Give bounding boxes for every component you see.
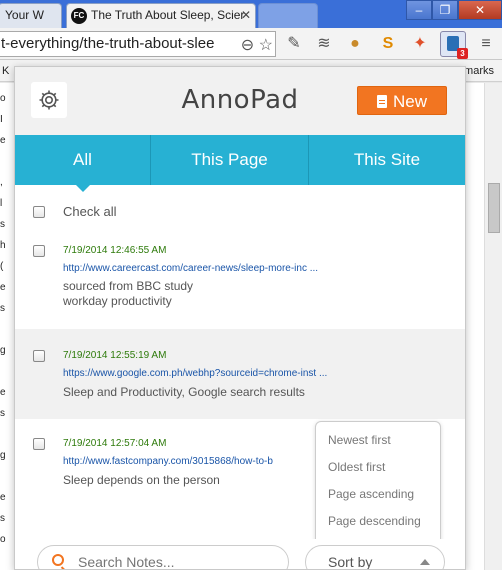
sort-by-button[interactable]: Sort by <box>305 545 445 570</box>
popup-header: AnnoPad New <box>15 67 465 135</box>
new-tab-button[interactable] <box>258 3 318 28</box>
tab-this-site[interactable]: This Site <box>308 135 465 185</box>
sort-option-page-asc[interactable]: Page ascending <box>316 484 440 511</box>
note-url-link[interactable]: http://www.careercast.com/career-news/sl… <box>63 263 318 274</box>
page-edge-fragment: s <box>0 513 5 524</box>
page-content-edge: o Ie, l s h(e s g e s g e s o <box>0 83 14 570</box>
note-url-link[interactable]: http://www.fastcompany.com/3015868/how-t… <box>63 456 273 467</box>
browser-tab-2[interactable]: FC The Truth About Sleep, Scier ✕ <box>66 3 256 28</box>
close-window-button[interactable]: ✕ <box>458 0 502 20</box>
scrollbar-thumb[interactable] <box>488 183 500 233</box>
popup-footer: Sort by <box>15 539 465 570</box>
search-icon <box>52 554 64 566</box>
browser-tab-title: Your W <box>5 8 44 22</box>
search-box[interactable] <box>37 545 289 569</box>
window-controls: – ❐ ✕ <box>406 0 502 20</box>
sort-option-page-desc[interactable]: Page descending <box>316 511 440 538</box>
chrome-menu-icon[interactable]: ≡ <box>476 34 496 54</box>
page-edge-fragment: I <box>0 114 3 125</box>
page-edge-fragment: o <box>0 93 6 104</box>
check-all-checkbox[interactable] <box>33 206 45 218</box>
restore-button[interactable]: ❐ <box>432 0 458 20</box>
minimize-button[interactable]: – <box>406 0 432 20</box>
browser-tab-title: The Truth About Sleep, Scier <box>91 8 245 22</box>
close-tab-icon[interactable]: ✕ <box>241 4 251 26</box>
fastcompany-favicon-icon: FC <box>71 8 87 24</box>
tab-all[interactable]: All <box>15 135 150 192</box>
page-edge-fragment: s <box>0 219 5 230</box>
note-text: sourced from BBC study workday productiv… <box>63 279 194 308</box>
page-edge-fragment: e <box>0 282 6 293</box>
page-edge-fragment: ( <box>0 261 4 272</box>
sort-by-label: Sort by <box>328 554 373 570</box>
note-timestamp: 7/19/2014 12:57:04 AM <box>63 438 167 449</box>
tab-this-page[interactable]: This Page <box>150 135 308 185</box>
note-item[interactable]: 7/19/2014 12:46:55 AM http://www.careerc… <box>15 237 465 329</box>
bookmark-star-icon[interactable]: ☆ <box>259 37 273 54</box>
eyedropper-extension-icon[interactable]: ✎ <box>284 34 304 54</box>
omnibox-icons: ⊖ ☆ <box>241 34 273 56</box>
page-edge-fragment: g <box>0 345 6 356</box>
sort-option-oldest[interactable]: Oldest first <box>316 457 440 484</box>
note-count-badge: 3 <box>457 48 468 59</box>
sort-option-newest[interactable]: Newest first <box>316 430 440 457</box>
note-checkbox[interactable] <box>33 438 45 450</box>
search-input[interactable] <box>78 552 278 569</box>
zoom-icon[interactable]: ⊖ <box>241 37 254 54</box>
note-timestamp: 7/19/2014 12:46:55 AM <box>63 245 167 256</box>
caret-up-icon <box>420 559 430 565</box>
check-all-label: Check all <box>63 204 117 219</box>
note-checkbox[interactable] <box>33 350 45 362</box>
document-icon <box>376 95 387 108</box>
note-checkbox[interactable] <box>33 245 45 257</box>
page-edge-fragment: l <box>0 198 3 209</box>
note-item[interactable]: 7/19/2014 12:55:19 AM https://www.google… <box>15 329 465 419</box>
address-bar[interactable]: t-everything/the-truth-about-slee ⊖ ☆ <box>0 31 276 57</box>
page-edge-fragment: e <box>0 387 6 398</box>
page-edge-fragment: , <box>0 177 3 188</box>
page-scrollbar[interactable] <box>484 83 502 570</box>
s-extension-icon[interactable]: S <box>378 34 398 54</box>
page-edge-fragment: e <box>0 492 6 503</box>
new-button-label: New <box>392 92 427 111</box>
note-text: Sleep and Productivity, Google search re… <box>63 385 305 399</box>
page-edge-fragment: h <box>0 240 6 251</box>
note-text: Sleep depends on the person <box>63 473 220 487</box>
filter-tabs: All This Page This Site <box>15 135 465 192</box>
other-bookmarks[interactable]: marks <box>464 65 494 77</box>
page-edge-fragment: e <box>0 135 6 146</box>
new-note-button[interactable]: New <box>357 86 447 115</box>
layers-extension-icon[interactable]: ≋ <box>314 34 334 54</box>
page-edge-fragment: s <box>0 303 5 314</box>
check-all-row: Check all <box>15 185 465 237</box>
annopad-extension-icon[interactable]: 3 <box>440 31 468 59</box>
note-timestamp: 7/19/2014 12:55:19 AM <box>63 350 167 361</box>
feed-extension-icon[interactable]: ✦ <box>410 34 430 54</box>
address-text: t-everything/the-truth-about-slee <box>1 35 215 52</box>
browser-toolbar: t-everything/the-truth-about-slee ⊖ ☆ ✎ … <box>0 28 502 60</box>
cookie-extension-icon[interactable]: ● <box>345 34 365 54</box>
page-edge-fragment: g <box>0 450 6 461</box>
browser-tab-1[interactable]: Your W <box>0 3 62 28</box>
page-edge-fragment: o <box>0 534 6 545</box>
sort-dropdown-menu: Newest first Oldest first Page ascending… <box>315 421 441 545</box>
page-edge-fragment: s <box>0 408 5 419</box>
bookmark-item[interactable]: K <box>2 65 9 77</box>
browser-tab-strip: Your W FC The Truth About Sleep, Scier ✕… <box>0 0 502 28</box>
note-url-link[interactable]: https://www.google.com.ph/webhp?sourceid… <box>63 368 327 379</box>
annopad-popup: AnnoPad New All This Page This Site Chec… <box>14 66 466 570</box>
